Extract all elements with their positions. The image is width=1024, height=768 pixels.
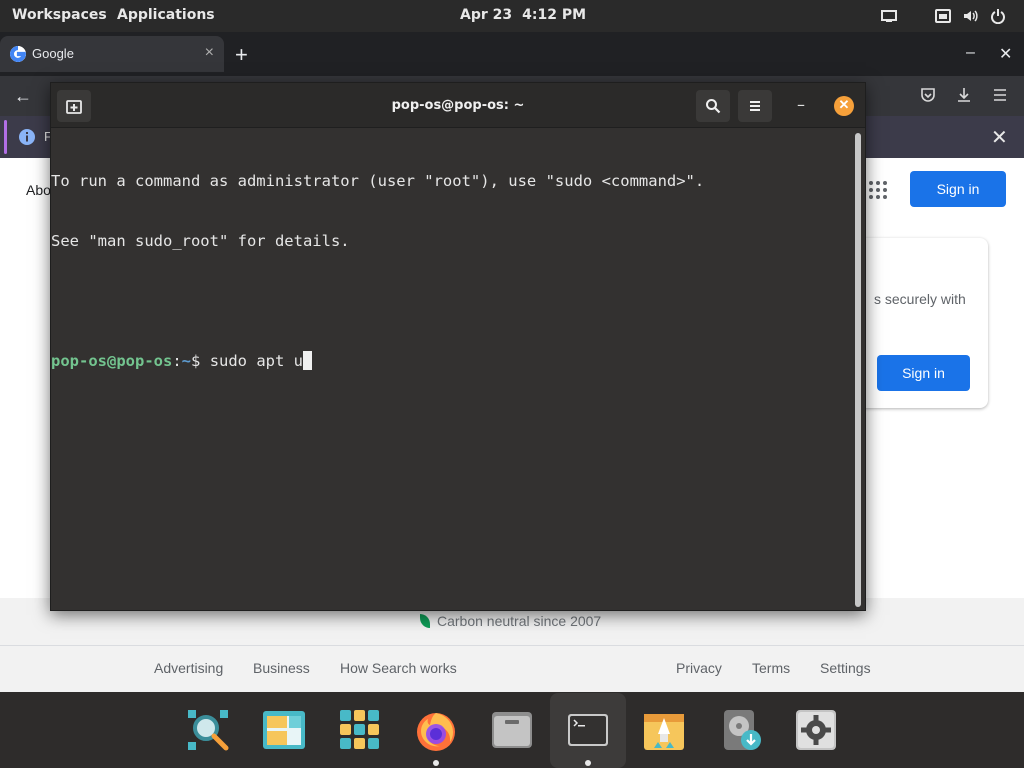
workspaces-button[interactable]: Workspaces: [12, 7, 107, 23]
terminal-app-icon[interactable]: [566, 708, 610, 752]
carbon-text: Carbon neutral since 2007: [437, 613, 602, 629]
new-tab-button[interactable]: +: [235, 42, 248, 68]
terminal-window[interactable]: pop-os@pop-os: ~ – ✕ To run a command as…: [50, 82, 866, 611]
terminal-menu-button[interactable]: [738, 90, 772, 122]
terminal-output[interactable]: To run a command as administrator (user …: [51, 131, 853, 411]
disk-installer-icon[interactable]: [718, 708, 762, 752]
downloads-icon[interactable]: [955, 86, 973, 104]
close-icon: ✕: [838, 97, 850, 112]
terminal-scrollbar[interactable]: [855, 133, 861, 607]
power-icon[interactable]: [990, 8, 1006, 24]
notification-accent: [4, 120, 7, 154]
volume-icon[interactable]: [962, 8, 978, 24]
app-library-icon[interactable]: [338, 708, 382, 752]
terminal-minimize-button[interactable]: –: [797, 95, 805, 114]
footer-link-how-search-works[interactable]: How Search works: [340, 660, 457, 676]
search-app-icon[interactable]: [186, 708, 230, 752]
card-sign-in-button[interactable]: Sign in: [877, 355, 970, 391]
hamburger-menu-icon: [750, 101, 760, 111]
pocket-icon[interactable]: [919, 86, 937, 104]
footer-link-terms[interactable]: Terms: [752, 660, 790, 676]
firefox-icon[interactable]: [414, 708, 458, 752]
files-icon[interactable]: [490, 708, 534, 752]
command-input[interactable]: sudo apt u: [210, 352, 303, 370]
settings-icon[interactable]: [794, 708, 838, 752]
terminal-header-bar[interactable]: pop-os@pop-os: ~ – ✕: [51, 83, 865, 128]
terminal-line: See "man sudo_root" for details.: [51, 232, 350, 250]
terminal-close-button[interactable]: ✕: [834, 96, 854, 116]
terminal-prompt-line[interactable]: pop-os@pop-os:~$ sudo apt u: [51, 351, 853, 371]
clock-date: Apr 23: [460, 7, 513, 23]
terminal-line: To run a command as administrator (user …: [51, 172, 705, 190]
prompt-symbol: $: [191, 352, 210, 370]
tab-google[interactable]: Google ×: [0, 36, 224, 72]
applications-button[interactable]: Applications: [117, 7, 215, 23]
footer-link-advertising[interactable]: Advertising: [154, 660, 223, 676]
prompt-user-host: pop-os@pop-os: [51, 352, 173, 370]
tab-close-button[interactable]: ×: [205, 44, 214, 62]
google-apps-icon[interactable]: [868, 180, 888, 200]
prompt-path: ~: [181, 352, 192, 370]
clock-time: 4:12 PM: [522, 7, 587, 23]
footer-link-settings[interactable]: Settings: [820, 660, 871, 676]
google-favicon-icon: [10, 46, 26, 62]
leaf-icon: [420, 614, 430, 628]
footer-link-privacy[interactable]: Privacy: [676, 660, 722, 676]
notification-close-button[interactable]: ✕: [991, 125, 1008, 150]
tab-title: Google: [32, 46, 74, 61]
about-link[interactable]: Abo: [26, 182, 51, 198]
browser-minimize-button[interactable]: –: [966, 44, 975, 62]
terminal-running-indicator: [585, 760, 591, 766]
info-icon: [19, 129, 35, 145]
sign-in-button[interactable]: Sign in: [910, 171, 1006, 207]
back-button[interactable]: ←: [14, 86, 32, 107]
firefox-running-indicator: [433, 760, 439, 766]
top-panel: Workspaces Applications Apr 23 4:12 PM: [0, 0, 1024, 32]
prompt-separator: :: [172, 352, 182, 370]
search-icon: [706, 99, 721, 114]
text-cursor: [303, 351, 313, 370]
carbon-neutral-note: Carbon neutral since 2007: [420, 613, 601, 629]
workspaces-app-icon[interactable]: [262, 708, 306, 752]
network-icon[interactable]: [935, 8, 951, 24]
menu-icon[interactable]: [991, 86, 1009, 104]
pop-shop-icon[interactable]: [642, 708, 686, 752]
footer-divider: [0, 645, 1024, 646]
terminal-search-button[interactable]: [696, 90, 730, 122]
display-icon[interactable]: [881, 8, 897, 24]
clock[interactable]: Apr 23 4:12 PM: [460, 7, 596, 23]
browser-close-button[interactable]: ✕: [999, 44, 1012, 64]
sign-in-card-text: s securely with: [874, 291, 966, 307]
footer-link-business[interactable]: Business: [253, 660, 310, 676]
